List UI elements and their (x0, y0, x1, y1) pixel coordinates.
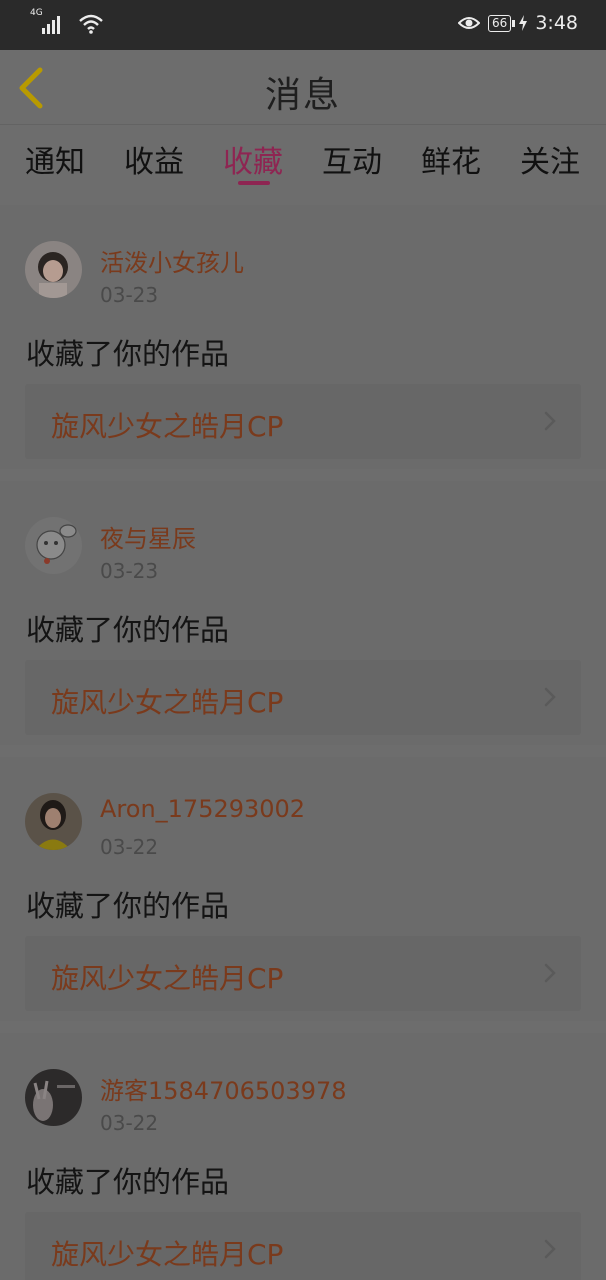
tab-interactions[interactable]: 互动 (322, 125, 382, 197)
tab-earnings[interactable]: 收益 (124, 125, 184, 197)
page-title: 消息 (264, 75, 341, 116)
message-date: 03-22 (100, 1111, 159, 1135)
avatar[interactable] (25, 793, 82, 850)
clock: 3:48 (535, 12, 578, 34)
wifi-icon (79, 14, 103, 34)
message-card: 活泼小女孩儿 03-23 收藏了你的作品 旋风少女之皓月CP (0, 205, 606, 469)
username[interactable]: 游客1584706503978 (100, 1071, 347, 1106)
action-text: 收藏了你的作品 (26, 613, 230, 647)
status-bar: 4G 66 3:48 (0, 0, 606, 50)
tab-following[interactable]: 关注 (520, 125, 580, 197)
avatar[interactable] (25, 517, 82, 574)
action-text: 收藏了你的作品 (26, 1165, 230, 1199)
message-date: 03-23 (100, 559, 159, 583)
message-card: 夜与星辰 03-23 收藏了你的作品 旋风少女之皓月CP (0, 481, 606, 745)
message-date: 03-23 (100, 283, 159, 307)
work-link[interactable]: 旋风少女之皓月CP (25, 660, 581, 735)
chevron-right-icon (544, 411, 556, 431)
action-text: 收藏了你的作品 (26, 889, 230, 923)
tab-notifications[interactable]: 通知 (25, 125, 85, 197)
message-date: 03-22 (100, 835, 159, 859)
message-card: Aron_175293002 03-22 收藏了你的作品 旋风少女之皓月CP (0, 757, 606, 1021)
avatar[interactable] (25, 1069, 82, 1126)
charging-icon (519, 15, 528, 31)
work-title: 旋风少女之皓月CP (51, 962, 284, 995)
work-link[interactable]: 旋风少女之皓月CP (25, 384, 581, 459)
chevron-right-icon (544, 687, 556, 707)
work-title: 旋风少女之皓月CP (51, 410, 284, 443)
tab-bar: 通知 收益 收藏 互动 鲜花 关注 (0, 125, 606, 197)
tab-favorites[interactable]: 收藏 (223, 125, 283, 197)
work-link[interactable]: 旋风少女之皓月CP (25, 936, 581, 1011)
battery-indicator: 66 (488, 14, 516, 32)
work-title: 旋风少女之皓月CP (51, 686, 284, 719)
work-title: 旋风少女之皓月CP (51, 1238, 284, 1271)
username[interactable]: Aron_175293002 (100, 795, 305, 823)
network-type: 4G (30, 8, 43, 18)
action-text: 收藏了你的作品 (26, 337, 230, 371)
username[interactable]: 活泼小女孩儿 (100, 243, 244, 278)
username[interactable]: 夜与星辰 (100, 519, 196, 554)
eye-icon (458, 17, 481, 29)
message-list: 活泼小女孩儿 03-23 收藏了你的作品 旋风少女之皓月CP 夜与星辰 03-2… (0, 205, 606, 1280)
message-card: 游客1584706503978 03-22 收藏了你的作品 旋风少女之皓月CP (0, 1033, 606, 1280)
tab-flowers[interactable]: 鲜花 (421, 125, 481, 197)
chevron-right-icon (544, 963, 556, 983)
work-link[interactable]: 旋风少女之皓月CP (25, 1212, 581, 1280)
avatar[interactable] (25, 241, 82, 298)
chevron-right-icon (544, 1239, 556, 1259)
app-header: 消息 (0, 50, 606, 125)
signal-icon (42, 16, 60, 34)
